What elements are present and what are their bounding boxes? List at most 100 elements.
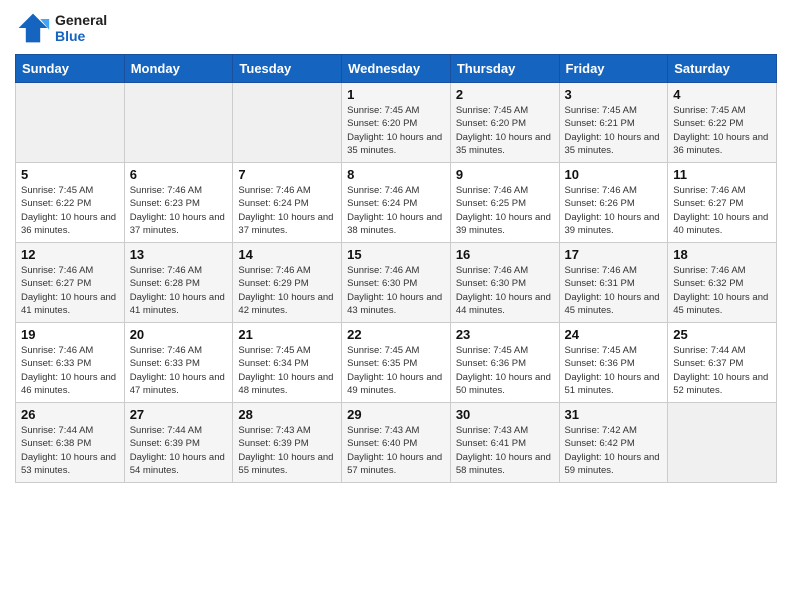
cell-details: Sunrise: 7:46 AMSunset: 6:30 PMDaylight:… — [456, 264, 554, 317]
day-number: 20 — [130, 327, 228, 342]
day-number: 2 — [456, 87, 554, 102]
calendar-cell: 27 Sunrise: 7:44 AMSunset: 6:39 PMDayligh… — [124, 403, 233, 483]
calendar-cell: 25 Sunrise: 7:44 AMSunset: 6:37 PMDayligh… — [668, 323, 777, 403]
weekday-header-row: SundayMondayTuesdayWednesdayThursdayFrid… — [16, 55, 777, 83]
calendar-cell: 31 Sunrise: 7:42 AMSunset: 6:42 PMDayligh… — [559, 403, 668, 483]
calendar-cell: 10 Sunrise: 7:46 AMSunset: 6:26 PMDayligh… — [559, 163, 668, 243]
calendar-cell: 29Sunrise: 7:43 AMSunset: 6:40 PMDayligh… — [342, 403, 451, 483]
weekday-saturday: Saturday — [668, 55, 777, 83]
calendar-week-2: 5 Sunrise: 7:45 AMSunset: 6:22 PMDaylight… — [16, 163, 777, 243]
calendar-cell: 8 Sunrise: 7:46 AMSunset: 6:24 PMDaylight… — [342, 163, 451, 243]
day-number: 6 — [130, 167, 228, 182]
cell-details: Sunrise: 7:46 AMSunset: 6:23 PMDaylight:… — [130, 184, 228, 237]
calendar-cell: 14 Sunrise: 7:46 AMSunset: 6:29 PMDayligh… — [233, 243, 342, 323]
cell-details: Sunrise: 7:42 AMSunset: 6:42 PMDaylight:… — [565, 424, 663, 477]
page: General Blue SundayMondayTuesdayWednesda… — [0, 0, 792, 612]
day-number: 27 — [130, 407, 228, 422]
cell-details: Sunrise: 7:46 AMSunset: 6:33 PMDaylight:… — [21, 344, 119, 397]
calendar-cell: 23 Sunrise: 7:45 AMSunset: 6:36 PMDayligh… — [450, 323, 559, 403]
cell-details: Sunrise: 7:45 AMSunset: 6:36 PMDaylight:… — [565, 344, 663, 397]
cell-details: Sunrise: 7:45 AMSunset: 6:22 PMDaylight:… — [673, 104, 771, 157]
cell-details: Sunrise: 7:43 AMSunset: 6:41 PMDaylight:… — [456, 424, 554, 477]
calendar-cell: 17 Sunrise: 7:46 AMSunset: 6:31 PMDayligh… — [559, 243, 668, 323]
day-number: 18 — [673, 247, 771, 262]
weekday-friday: Friday — [559, 55, 668, 83]
weekday-thursday: Thursday — [450, 55, 559, 83]
calendar-cell — [668, 403, 777, 483]
cell-details: Sunrise: 7:46 AMSunset: 6:29 PMDaylight:… — [238, 264, 336, 317]
day-number: 21 — [238, 327, 336, 342]
calendar-cell: 19 Sunrise: 7:46 AMSunset: 6:33 PMDayligh… — [16, 323, 125, 403]
cell-details: Sunrise: 7:45 AMSunset: 6:20 PMDaylight:… — [347, 104, 445, 157]
cell-details: Sunrise: 7:46 AMSunset: 6:27 PMDaylight:… — [21, 264, 119, 317]
cell-details: Sunrise: 7:46 AMSunset: 6:25 PMDaylight:… — [456, 184, 554, 237]
cell-details: Sunrise: 7:46 AMSunset: 6:26 PMDaylight:… — [565, 184, 663, 237]
cell-details: Sunrise: 7:43 AMSunset: 6:40 PMDaylight:… — [347, 424, 445, 477]
calendar-cell: 9 Sunrise: 7:46 AMSunset: 6:25 PMDaylight… — [450, 163, 559, 243]
day-number: 30 — [456, 407, 554, 422]
cell-details: Sunrise: 7:45 AMSunset: 6:35 PMDaylight:… — [347, 344, 445, 397]
cell-details: Sunrise: 7:44 AMSunset: 6:39 PMDaylight:… — [130, 424, 228, 477]
day-number: 19 — [21, 327, 119, 342]
weekday-wednesday: Wednesday — [342, 55, 451, 83]
day-number: 15 — [347, 247, 445, 262]
calendar-cell: 24Sunrise: 7:45 AMSunset: 6:36 PMDayligh… — [559, 323, 668, 403]
calendar-cell: 3 Sunrise: 7:45 AMSunset: 6:21 PMDaylight… — [559, 83, 668, 163]
calendar-cell: 1 Sunrise: 7:45 AMSunset: 6:20 PMDaylight… — [342, 83, 451, 163]
calendar-cell: 30 Sunrise: 7:43 AMSunset: 6:41 PMDayligh… — [450, 403, 559, 483]
cell-details: Sunrise: 7:45 AMSunset: 6:36 PMDaylight:… — [456, 344, 554, 397]
day-number: 28 — [238, 407, 336, 422]
cell-details: Sunrise: 7:46 AMSunset: 6:31 PMDaylight:… — [565, 264, 663, 317]
cell-details: Sunrise: 7:45 AMSunset: 6:21 PMDaylight:… — [565, 104, 663, 157]
cell-details: Sunrise: 7:46 AMSunset: 6:30 PMDaylight:… — [347, 264, 445, 317]
calendar-cell: 11Sunrise: 7:46 AMSunset: 6:27 PMDayligh… — [668, 163, 777, 243]
cell-details: Sunrise: 7:46 AMSunset: 6:33 PMDaylight:… — [130, 344, 228, 397]
cell-details: Sunrise: 7:44 AMSunset: 6:37 PMDaylight:… — [673, 344, 771, 397]
calendar-cell: 12 Sunrise: 7:46 AMSunset: 6:27 PMDayligh… — [16, 243, 125, 323]
calendar-cell — [16, 83, 125, 163]
calendar-cell: 28 Sunrise: 7:43 AMSunset: 6:39 PMDayligh… — [233, 403, 342, 483]
calendar-week-4: 19 Sunrise: 7:46 AMSunset: 6:33 PMDayligh… — [16, 323, 777, 403]
header: General Blue — [15, 10, 777, 46]
day-number: 25 — [673, 327, 771, 342]
day-number: 1 — [347, 87, 445, 102]
calendar-cell: 4 Sunrise: 7:45 AMSunset: 6:22 PMDaylight… — [668, 83, 777, 163]
calendar-cell: 7 Sunrise: 7:46 AMSunset: 6:24 PMDaylight… — [233, 163, 342, 243]
cell-details: Sunrise: 7:43 AMSunset: 6:39 PMDaylight:… — [238, 424, 336, 477]
calendar-cell: 16 Sunrise: 7:46 AMSunset: 6:30 PMDayligh… — [450, 243, 559, 323]
cell-details: Sunrise: 7:45 AMSunset: 6:22 PMDaylight:… — [21, 184, 119, 237]
day-number: 5 — [21, 167, 119, 182]
day-number: 7 — [238, 167, 336, 182]
day-number: 22 — [347, 327, 445, 342]
cell-details: Sunrise: 7:46 AMSunset: 6:32 PMDaylight:… — [673, 264, 771, 317]
cell-details: Sunrise: 7:45 AMSunset: 6:34 PMDaylight:… — [238, 344, 336, 397]
day-number: 16 — [456, 247, 554, 262]
logo: General Blue — [15, 10, 107, 46]
day-number: 12 — [21, 247, 119, 262]
day-number: 13 — [130, 247, 228, 262]
weekday-sunday: Sunday — [16, 55, 125, 83]
cell-details: Sunrise: 7:45 AMSunset: 6:20 PMDaylight:… — [456, 104, 554, 157]
day-number: 31 — [565, 407, 663, 422]
day-number: 3 — [565, 87, 663, 102]
day-number: 14 — [238, 247, 336, 262]
day-number: 17 — [565, 247, 663, 262]
cell-details: Sunrise: 7:46 AMSunset: 6:24 PMDaylight:… — [347, 184, 445, 237]
cell-details: Sunrise: 7:44 AMSunset: 6:38 PMDaylight:… — [21, 424, 119, 477]
day-number: 11 — [673, 167, 771, 182]
day-number: 10 — [565, 167, 663, 182]
weekday-monday: Monday — [124, 55, 233, 83]
day-number: 4 — [673, 87, 771, 102]
calendar-cell: 20 Sunrise: 7:46 AMSunset: 6:33 PMDayligh… — [124, 323, 233, 403]
day-number: 23 — [456, 327, 554, 342]
day-number: 9 — [456, 167, 554, 182]
calendar-cell: 13Sunrise: 7:46 AMSunset: 6:28 PMDayligh… — [124, 243, 233, 323]
cell-details: Sunrise: 7:46 AMSunset: 6:24 PMDaylight:… — [238, 184, 336, 237]
calendar-cell: 15 Sunrise: 7:46 AMSunset: 6:30 PMDayligh… — [342, 243, 451, 323]
calendar-cell: 6 Sunrise: 7:46 AMSunset: 6:23 PMDaylight… — [124, 163, 233, 243]
calendar-cell — [124, 83, 233, 163]
calendar-week-1: 1 Sunrise: 7:45 AMSunset: 6:20 PMDaylight… — [16, 83, 777, 163]
calendar-week-5: 26Sunrise: 7:44 AMSunset: 6:38 PMDayligh… — [16, 403, 777, 483]
day-number: 8 — [347, 167, 445, 182]
logo-icon — [15, 10, 51, 46]
